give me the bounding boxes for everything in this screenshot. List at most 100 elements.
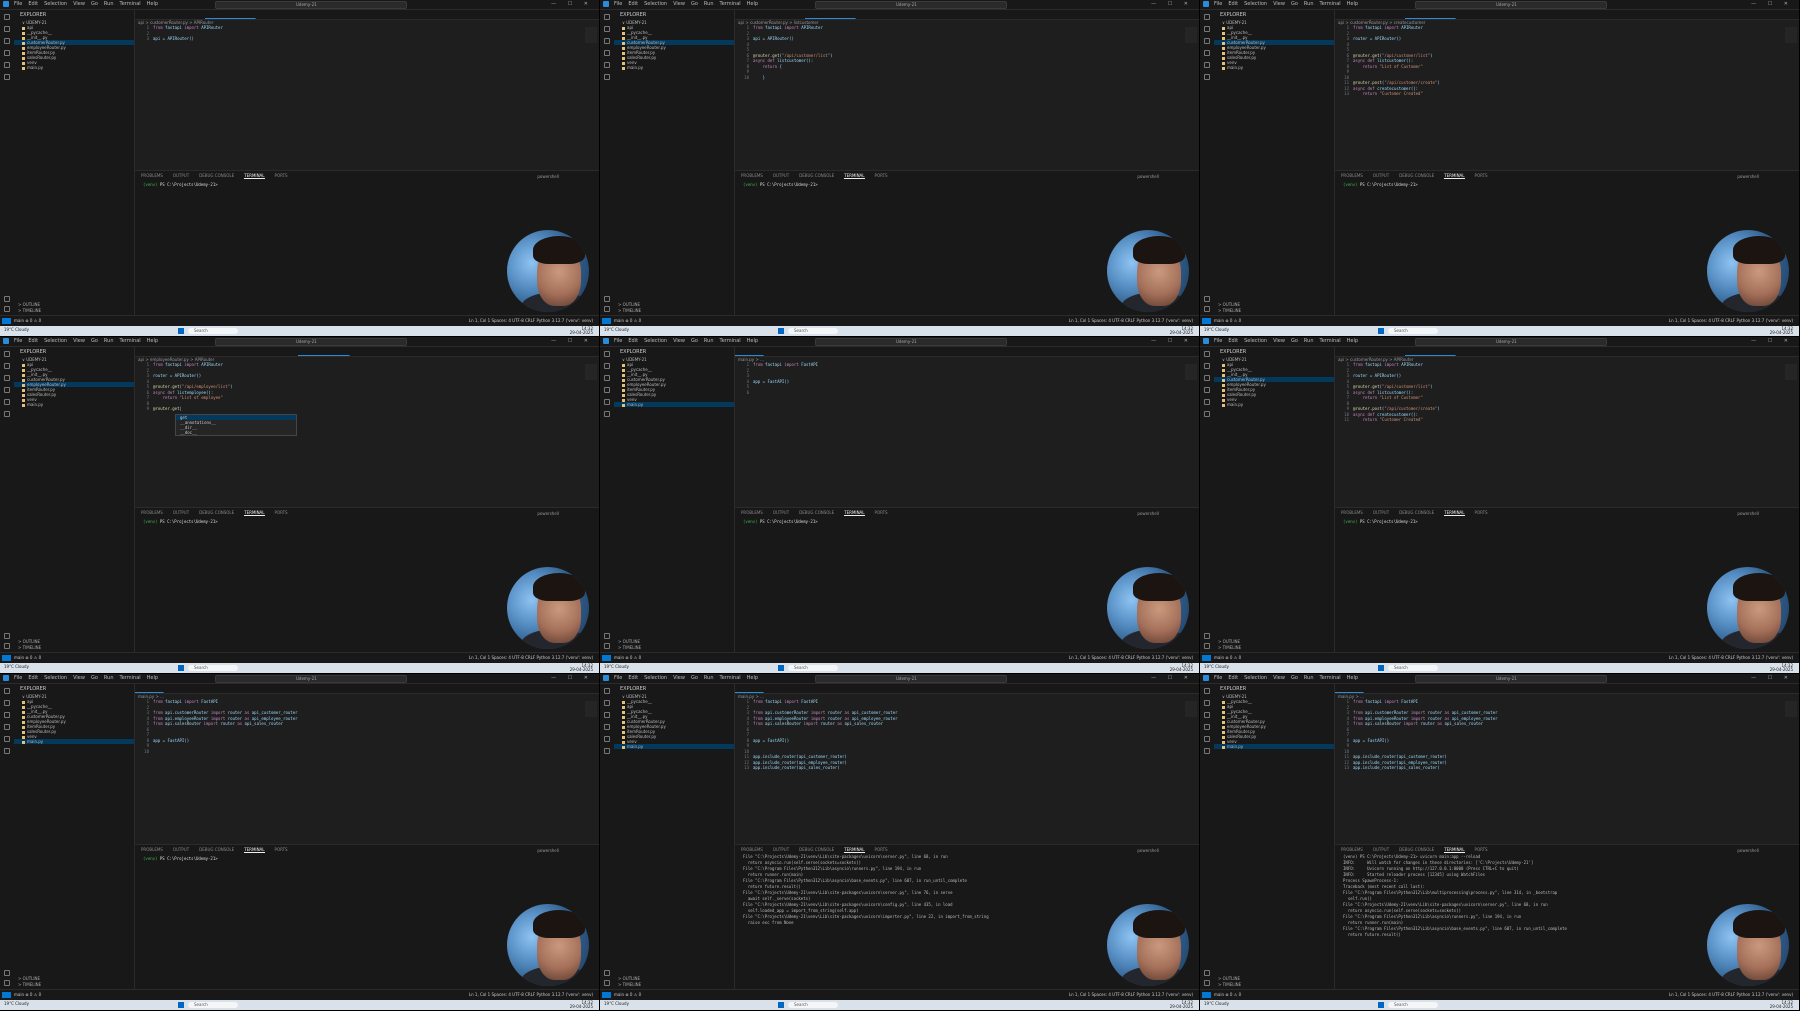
search-icon[interactable]	[1204, 363, 1210, 369]
explorer-icon[interactable]	[4, 14, 10, 20]
timeline-section[interactable]: > TIMELINE	[18, 645, 41, 651]
gear-icon[interactable]	[604, 643, 610, 649]
run-debug-icon[interactable]	[1204, 50, 1210, 56]
explorer-icon[interactable]	[4, 351, 10, 357]
taskbar-clock[interactable]: 14:32 29-04-2025	[1170, 1001, 1193, 1009]
panel-tab[interactable]: PORTS	[1475, 173, 1488, 178]
weather-widget[interactable]: 19°C Cloudy	[1204, 1001, 1229, 1006]
panel-tab[interactable]: OUTPUT	[773, 847, 789, 852]
extensions-icon[interactable]	[4, 399, 10, 405]
panel-tab[interactable]: DEBUG CONSOLE	[199, 173, 234, 178]
extensions-icon[interactable]	[1204, 62, 1210, 68]
taskbar-clock[interactable]: 14:32 29-04-2025	[570, 1001, 593, 1009]
weather-widget[interactable]: 19°C Cloudy	[4, 1001, 29, 1006]
menu-item-terminal[interactable]: Terminal	[720, 338, 741, 344]
testing-icon[interactable]	[1204, 411, 1210, 417]
status-branch[interactable]: main ⊗ 0 ⚠ 0	[14, 318, 41, 323]
menu-item-view[interactable]: View	[73, 338, 85, 344]
menu-item-help[interactable]: Help	[1347, 675, 1358, 681]
menu-item-selection[interactable]: Selection	[1244, 675, 1267, 681]
testing-icon[interactable]	[4, 748, 10, 754]
panel-tab[interactable]: TERMINAL	[244, 510, 265, 516]
menu-item-help[interactable]: Help	[1347, 338, 1358, 344]
status-branch[interactable]: main ⊗ 0 ⚠ 0	[14, 655, 41, 660]
panel-tab[interactable]: PORTS	[1475, 847, 1488, 852]
code-content[interactable]: from fastapi import FastAPI from api.cust…	[1353, 699, 1791, 771]
terminal-prompt[interactable]: (venv) PS C:\Projects\Udemy-21>	[735, 180, 1199, 189]
editor-tab[interactable]: itemRouter.py	[764, 693, 805, 694]
taskbar-search[interactable]: Search	[788, 665, 838, 671]
menu-item-view[interactable]: View	[1273, 1, 1285, 7]
taskbar-search[interactable]: Search	[188, 1002, 238, 1008]
command-center-search[interactable]: Udemy-21	[1415, 675, 1607, 683]
editor-tab[interactable]: itemRouter.py	[164, 693, 205, 694]
status-branch[interactable]: main ⊗ 0 ⚠ 0	[614, 992, 641, 997]
windows-start-icon[interactable]	[178, 1002, 184, 1008]
menu-item-file[interactable]: File	[614, 1, 622, 7]
editor-tab[interactable]: customerRouter.py	[205, 693, 256, 694]
gear-icon[interactable]	[4, 643, 10, 649]
editor-tab[interactable]: salesRouter.py	[856, 19, 898, 20]
remote-indicator-icon[interactable]	[602, 655, 611, 661]
explorer-icon[interactable]	[604, 688, 610, 694]
panel-tab[interactable]: PORTS	[275, 510, 288, 515]
minimap[interactable]	[1785, 27, 1797, 43]
menu-item-run[interactable]: Run	[104, 675, 114, 681]
account-icon[interactable]	[4, 296, 10, 302]
code-content[interactable]: from fastapi import APIRouter router = AP…	[153, 362, 591, 412]
terminal-shell-label[interactable]: powershell	[537, 174, 559, 179]
timeline-section[interactable]: > TIMELINE	[618, 308, 641, 314]
weather-widget[interactable]: 19°C Cloudy	[4, 327, 29, 332]
file-tree-item[interactable]: main.py	[14, 402, 134, 407]
gear-icon[interactable]	[604, 980, 610, 986]
windows-start-icon[interactable]	[1378, 1002, 1384, 1008]
menu-item-terminal[interactable]: Terminal	[120, 675, 141, 681]
command-center-search[interactable]: Udemy-21	[815, 675, 1007, 683]
menu-item-selection[interactable]: Selection	[1244, 1, 1267, 7]
panel-tab[interactable]: PROBLEMS	[741, 847, 763, 852]
minimap[interactable]	[585, 27, 597, 43]
terminal-shell-label[interactable]: powershell	[1737, 174, 1759, 179]
timeline-section[interactable]: > TIMELINE	[1218, 982, 1241, 988]
status-right[interactable]: Ln 1, Col 1 Spaces: 4 UTF-8 CRLF Python …	[1069, 992, 1193, 997]
panel-tab[interactable]: DEBUG CONSOLE	[199, 510, 234, 515]
menu-item-run[interactable]: Run	[704, 675, 714, 681]
code-editor[interactable]: 1 2 3 4 5 6 7 8 9 10 from fastapi import APIRouter…	[735, 25, 1199, 170]
menu-item-view[interactable]: View	[1273, 338, 1285, 344]
run-debug-icon[interactable]	[4, 724, 10, 730]
status-right[interactable]: Ln 1, Col 1 Spaces: 4 UTF-8 CRLF Python …	[469, 318, 593, 323]
remote-indicator-icon[interactable]	[1202, 655, 1211, 661]
window-controls[interactable]: — ☐ ✕	[1751, 1, 1793, 7]
menu-item-file[interactable]: File	[1214, 338, 1222, 344]
file-tree-item[interactable]: main.py	[1214, 744, 1334, 749]
menu-item-selection[interactable]: Selection	[44, 675, 67, 681]
source-control-icon[interactable]	[4, 375, 10, 381]
testing-icon[interactable]	[4, 74, 10, 80]
menu-item-terminal[interactable]: Terminal	[1320, 338, 1341, 344]
status-branch[interactable]: main ⊗ 0 ⚠ 0	[1214, 318, 1241, 323]
panel-tab[interactable]: PROBLEMS	[141, 847, 163, 852]
menu-item-go[interactable]: Go	[1291, 675, 1298, 681]
panel-tab[interactable]: DEBUG CONSOLE	[799, 510, 834, 515]
terminal-shell-label[interactable]: powershell	[1737, 848, 1759, 853]
status-right[interactable]: Ln 1, Col 1 Spaces: 4 UTF-8 CRLF Python …	[1669, 655, 1793, 660]
source-control-icon[interactable]	[1204, 38, 1210, 44]
terminal-shell-label[interactable]: powershell	[537, 511, 559, 516]
editor-tab[interactable]: salesRouter.py	[856, 693, 898, 694]
menu-item-run[interactable]: Run	[704, 1, 714, 7]
menu-item-help[interactable]: Help	[147, 338, 158, 344]
taskbar-clock[interactable]: 14:32 29-04-2025	[570, 327, 593, 335]
taskbar-search[interactable]: Search	[188, 665, 238, 671]
status-right[interactable]: Ln 1, Col 1 Spaces: 4 UTF-8 CRLF Python …	[1069, 318, 1193, 323]
source-control-icon[interactable]	[4, 712, 10, 718]
menu-item-help[interactable]: Help	[747, 338, 758, 344]
file-tree-item[interactable]: main.py	[1214, 65, 1334, 70]
menu-item-edit[interactable]: Edit	[28, 338, 38, 344]
status-right[interactable]: Ln 1, Col 1 Spaces: 4 UTF-8 CRLF Python …	[469, 992, 593, 997]
window-controls[interactable]: — ☐ ✕	[1751, 675, 1793, 681]
editor-tab[interactable]: salesRouter.py	[856, 356, 898, 357]
editor-tab[interactable]: salesRouter.py	[1456, 693, 1498, 694]
taskbar-clock[interactable]: 14:32 29-04-2025	[1170, 664, 1193, 672]
extensions-icon[interactable]	[604, 62, 610, 68]
explorer-icon[interactable]	[604, 14, 610, 20]
